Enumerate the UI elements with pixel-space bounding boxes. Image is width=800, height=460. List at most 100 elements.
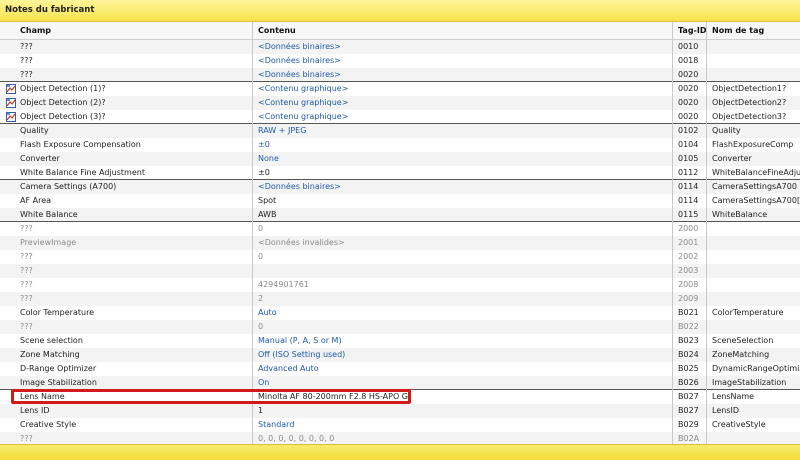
table-row[interactable]: Creative Style Standard B029 CreativeStyle [0, 418, 800, 432]
cell-tag-id: B022 [678, 322, 699, 331]
cell-contenu: ±0 [258, 140, 270, 149]
cell-contenu: Manual (P, A, S or M) [258, 336, 342, 345]
cell-tag-id: B02A [678, 434, 700, 443]
column-divider [252, 22, 253, 444]
table-row[interactable]: Image Stabilization On B026 ImageStabilizat… [0, 376, 800, 390]
cell-contenu: 4294901761 [258, 280, 309, 289]
lens-name-highlight-box [11, 389, 411, 404]
cell-contenu: Off (ISO Setting used) [258, 350, 346, 359]
table-row[interactable]: Lens ID 1 B027 LensID [0, 404, 800, 418]
cell-nom-de-tag: SceneSelection [712, 336, 774, 345]
cell-contenu: 1 [258, 406, 264, 415]
cell-tag-id: 0105 [678, 154, 699, 163]
table-row[interactable]: ??? 0 2002 [0, 250, 800, 264]
table-row[interactable]: ??? <Données binaires> 0010 [0, 40, 800, 54]
column-header-champ[interactable]: Champ [20, 26, 250, 36]
cell-contenu: <Données invalides> [258, 238, 345, 247]
cell-champ: Image Stabilization [20, 378, 97, 387]
table-body: ??? <Données binaires> 0010??? <Données bin… [0, 40, 800, 446]
table-header: Champ Contenu Tag-ID Nom de tag [0, 22, 800, 40]
table-row[interactable]: ??? 4294901761 2008 [0, 278, 800, 292]
table-row[interactable]: Quality RAW + JPEG 0102 Quality [0, 124, 800, 138]
table-row[interactable]: Color Temperature Auto B021 ColorTemperatur… [0, 306, 800, 320]
table-row[interactable]: ??? 0 2000 [0, 222, 800, 236]
cell-contenu: On [258, 378, 270, 387]
cell-contenu: 0, 0, 0, 0, 0, 0, 0, 0 [258, 434, 335, 443]
cell-tag-id: 2008 [678, 280, 699, 289]
cell-contenu: <Données binaires> [258, 70, 341, 79]
table-row[interactable]: ??? 2 2009 [0, 292, 800, 306]
cell-champ: PreviewImage [20, 238, 77, 247]
cell-contenu: <Contenu graphique> [258, 112, 349, 121]
cell-tag-id: B027 [678, 406, 699, 415]
table-row[interactable]: Object Detection (1)? <Contenu graphique>… [0, 82, 800, 96]
table-row[interactable]: ??? <Données binaires> 0020 [0, 68, 800, 82]
cell-tag-id: 0020 [678, 98, 699, 107]
cell-champ: Quality [20, 126, 49, 135]
cell-nom-de-tag: LensName [712, 392, 755, 401]
cell-nom-de-tag: ImageStabilization [712, 378, 787, 387]
cell-champ: Color Temperature [20, 308, 95, 317]
table-row[interactable]: ??? 2003 [0, 264, 800, 278]
cell-tag-id: B023 [678, 336, 699, 345]
table-row[interactable]: Object Detection (3)? <Contenu graphique>… [0, 110, 800, 124]
cell-nom-de-tag: LensID [712, 406, 739, 415]
cell-champ: ??? [20, 252, 33, 261]
cell-contenu: AWB [258, 210, 277, 219]
cell-contenu: 0 [258, 224, 264, 233]
column-header-contenu[interactable]: Contenu [258, 26, 668, 36]
table-row[interactable]: ??? 0 B022 [0, 320, 800, 334]
cell-tag-id: B027 [678, 392, 699, 401]
cell-nom-de-tag: WhiteBalanceFineAdjustment [712, 168, 800, 177]
column-header-nom-de-tag[interactable]: Nom de tag [712, 26, 800, 36]
table-row[interactable]: Converter None 0105 Converter [0, 152, 800, 166]
cell-champ: Object Detection (2)? [20, 98, 106, 107]
cell-nom-de-tag: CreativeStyle [712, 420, 766, 429]
cell-nom-de-tag: ZoneMatching [712, 350, 770, 359]
cell-contenu: <Données binaires> [258, 182, 341, 191]
graphic-content-icon [6, 112, 16, 122]
cell-champ: Object Detection (3)? [20, 112, 106, 121]
panel-title: Notes du fabricant [5, 5, 95, 15]
cell-champ: ??? [20, 56, 33, 65]
table-row[interactable]: ??? <Données binaires> 0018 [0, 54, 800, 68]
cell-contenu: 2 [258, 294, 264, 303]
cell-champ: ??? [20, 322, 33, 331]
cell-nom-de-tag: CameraSettingsA700[35] [712, 196, 800, 205]
cell-nom-de-tag: ColorTemperature [712, 308, 784, 317]
cell-contenu: Standard [258, 420, 295, 429]
cell-champ: Camera Settings (A700) [20, 182, 117, 191]
graphic-content-icon [6, 84, 16, 94]
table-row[interactable]: Camera Settings (A700) <Données binaires>… [0, 180, 800, 194]
maker-notes-table: Champ Contenu Tag-ID Nom de tag ??? <Donn… [0, 22, 800, 446]
table-row[interactable]: Scene selection Manual (P, A, S or M) B023… [0, 334, 800, 348]
table-row[interactable]: White Balance AWB 0115 WhiteBalance [0, 208, 800, 222]
table-row[interactable]: AF Area Spot 0114 CameraSettingsA700[35] [0, 194, 800, 208]
table-row[interactable]: Zone Matching Off (ISO Setting used) B024 Z… [0, 348, 800, 362]
bottom-bar [0, 444, 800, 460]
table-row[interactable]: PreviewImage <Données invalides> 2001 [0, 236, 800, 250]
cell-tag-id: B026 [678, 378, 699, 387]
cell-tag-id: B024 [678, 350, 699, 359]
cell-champ: ??? [20, 70, 33, 79]
cell-nom-de-tag: ObjectDetection3? [712, 112, 787, 121]
cell-tag-id: 2009 [678, 294, 699, 303]
table-row[interactable]: White Balance Fine Adjustment ±0 0112 White… [0, 166, 800, 180]
cell-champ: Flash Exposure Compensation [20, 140, 141, 149]
cell-champ: ??? [20, 434, 33, 443]
cell-tag-id: B025 [678, 364, 699, 373]
table-row[interactable]: D-Range Optimizer Advanced Auto B025 Dynami… [0, 362, 800, 376]
table-row[interactable]: Flash Exposure Compensation ±0 0104 FlashEx… [0, 138, 800, 152]
cell-nom-de-tag: ObjectDetection2? [712, 98, 787, 107]
cell-nom-de-tag: Quality [712, 126, 741, 135]
cell-tag-id: 0102 [678, 126, 699, 135]
cell-contenu: <Contenu graphique> [258, 84, 349, 93]
cell-contenu: 0 [258, 252, 264, 261]
table-row[interactable]: Object Detection (2)? <Contenu graphique>… [0, 96, 800, 110]
cell-tag-id: 0115 [678, 210, 699, 219]
cell-champ: AF Area [20, 196, 52, 205]
cell-champ: Lens ID [20, 406, 50, 415]
cell-champ: Converter [20, 154, 60, 163]
column-header-tag-id[interactable]: Tag-ID [678, 26, 706, 36]
cell-tag-id: 0104 [678, 140, 699, 149]
